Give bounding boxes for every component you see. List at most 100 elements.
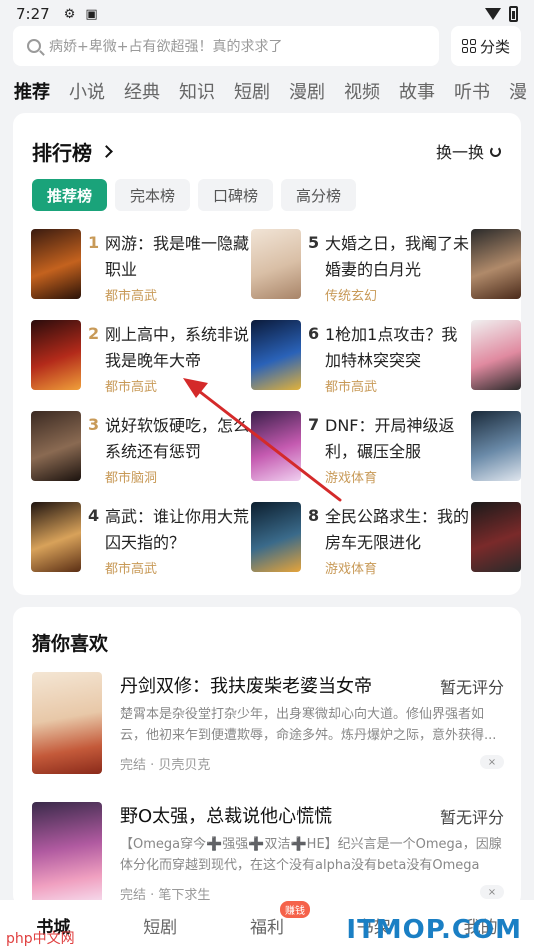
search-placeholder: 病娇+卑微+占有欲超强！真的求求了 [49, 39, 283, 55]
refresh-icon [490, 145, 501, 157]
refresh-button[interactable]: 换一换 [436, 139, 501, 163]
tab-knowledge[interactable]: 知识 [179, 78, 215, 106]
ranking-card: 排行榜 换一换 推荐榜 完本榜 口碑榜 高分榜 1 网游：我是唯一隐藏职业 都市… [13, 113, 521, 595]
rank-tag: 都市高武 [105, 289, 158, 304]
settings-status-icon: ⚙ [63, 6, 76, 22]
tab-audiobook[interactable]: 听书 [454, 78, 490, 106]
rank-tag: 游戏体育 [325, 471, 378, 486]
status-bar: 7:27 ⚙ ▣ [0, 0, 534, 28]
rank-title: 网游：我是唯一隐藏职业 [105, 234, 250, 279]
nav-short-drama[interactable]: 短剧 [143, 913, 177, 938]
status-time: 7:27 [16, 5, 50, 23]
close-icon[interactable]: × [480, 885, 504, 899]
tab-comic-drama[interactable]: 漫剧 [289, 78, 325, 106]
book-cover [32, 672, 102, 774]
book-list-item[interactable]: 丹剑双修：我扶废柴老婆当女帝 暂无评分 楚霄本是杂役堂打杂少年，出身寒微却心向大… [32, 672, 504, 774]
search-row: 病娇+卑微+占有欲超强！真的求求了 分类 [13, 26, 521, 66]
book-cover [31, 229, 81, 299]
top-tabs: 推荐 小说 经典 知识 短剧 漫剧 视频 故事 听书 漫 [14, 78, 534, 106]
ranking-title-text: 排行榜 [32, 141, 92, 165]
rank-tag: 传统玄幻 [325, 289, 378, 304]
rank-title: 1枪加1点攻击？我加特林突突突 [325, 325, 458, 370]
book-score: 暂无评分 [439, 808, 504, 827]
battery-icon [509, 6, 518, 22]
rank-item[interactable]: 6 1枪加1点攻击？我加特林突突突 都市高武 [251, 320, 471, 396]
book-cover [31, 411, 81, 481]
book-cover [31, 320, 81, 390]
rank-item[interactable]: 3 说好软饭硬吃，怎么系统还有惩罚 都市脑洞 [31, 411, 251, 487]
guess-title: 猜你喜欢 [32, 633, 109, 655]
book-list-item[interactable]: 野O太强，总裁说他心慌慌 暂无评分 【Omega穿今➕强强➕双洁➕HE】纪兴言是… [32, 802, 504, 904]
rank-number: 6 [308, 324, 320, 343]
rank-number: 4 [88, 506, 100, 525]
rank-tag: 游戏体育 [325, 562, 378, 577]
book-cover-partial[interactable] [471, 229, 521, 299]
rank-item[interactable]: 2 刚上高中，系统非说我是晚年大帝 都市高武 [31, 320, 251, 396]
tab-video[interactable]: 视频 [344, 78, 380, 106]
book-cover [251, 411, 301, 481]
welfare-badge: 赚钱 [279, 900, 310, 918]
rank-title: 全民公路求生：我的房车无限进化 [325, 507, 470, 552]
tab-story[interactable]: 故事 [399, 78, 435, 106]
search-icon [27, 39, 41, 53]
refresh-label: 换一换 [435, 143, 484, 162]
book-cover [31, 502, 81, 572]
pill-reputation[interactable]: 口碑榜 [198, 179, 274, 211]
chevron-right-icon [100, 145, 113, 158]
app-notification-icon: ▣ [85, 6, 98, 22]
rank-title: 说好软饭硬吃，怎么系统还有惩罚 [105, 416, 250, 461]
category-button[interactable]: 分类 [451, 26, 521, 66]
rank-title: 高武：谁让你用大荒囚天指的？ [105, 507, 250, 552]
rank-item[interactable]: 1 网游：我是唯一隐藏职业 都市高武 [31, 229, 251, 305]
book-score: 暂无评分 [439, 678, 504, 697]
rank-number: 5 [308, 233, 320, 252]
ranking-filter-pills: 推荐榜 完本榜 口碑榜 高分榜 [32, 179, 357, 211]
search-input[interactable]: 病娇+卑微+占有欲超强！真的求求了 [13, 26, 439, 66]
book-description: 【Omega穿今➕强强➕双洁➕HE】纪兴言是一个Omega，因腺体分化而穿越到现… [120, 837, 502, 873]
rank-item[interactable]: 8 全民公路求生：我的房车无限进化 游戏体育 [251, 502, 471, 578]
rank-title: DNF：开局神级返利，碾压全服 [325, 416, 455, 461]
rank-tag: 都市高武 [105, 562, 158, 577]
tab-short-drama[interactable]: 短剧 [234, 78, 270, 106]
book-cover-partial[interactable] [471, 411, 521, 481]
rank-item[interactable]: 5 大婚之日，我阉了未婚妻的白月光 传统玄幻 [251, 229, 471, 305]
pill-recommend[interactable]: 推荐榜 [32, 179, 108, 211]
book-cover [32, 802, 102, 904]
rank-number: 7 [308, 415, 320, 434]
pill-high-score[interactable]: 高分榜 [281, 179, 357, 211]
tab-recommend[interactable]: 推荐 [14, 78, 50, 106]
rank-number: 3 [88, 415, 100, 434]
watermark-left: php中文网 [6, 931, 75, 947]
ranking-title[interactable]: 排行榜 [32, 137, 113, 166]
book-meta: 完结 · 贝壳贝克 [120, 758, 211, 773]
book-title: 野O太强，总裁说他心慌慌 [120, 806, 333, 827]
book-cover [251, 320, 301, 390]
rank-number: 2 [88, 324, 100, 343]
tab-comic[interactable]: 漫 [509, 78, 527, 106]
book-cover [251, 229, 301, 299]
guess-you-like-card: 猜你喜欢 丹剑双修：我扶废柴老婆当女帝 暂无评分 楚霄本是杂役堂打杂少年，出身寒… [13, 607, 521, 907]
close-icon[interactable]: × [480, 755, 504, 769]
book-description: 楚霄本是杂役堂打杂少年，出身寒微却心向大道。修仙界强者如云，他初来乍到便遭欺辱，… [120, 707, 497, 743]
tab-classic[interactable]: 经典 [124, 78, 160, 106]
book-cover-partial[interactable] [471, 320, 521, 390]
tab-novel[interactable]: 小说 [69, 78, 105, 106]
pill-finished[interactable]: 完本榜 [115, 179, 191, 211]
category-label: 分类 [479, 37, 510, 56]
rank-tag: 都市脑洞 [105, 471, 158, 486]
grid-icon [461, 39, 476, 53]
book-title: 丹剑双修：我扶废柴老婆当女帝 [120, 676, 372, 697]
rank-item[interactable]: 4 高武：谁让你用大荒囚天指的？ 都市高武 [31, 502, 251, 578]
rank-number: 8 [308, 506, 320, 525]
rank-number: 1 [88, 233, 100, 252]
rank-title: 大婚之日，我阉了未婚妻的白月光 [325, 234, 470, 279]
book-cover-partial[interactable] [471, 502, 521, 572]
rank-title: 刚上高中，系统非说我是晚年大帝 [105, 325, 250, 370]
nav-welfare-label: 福利 [249, 917, 284, 938]
book-cover [251, 502, 301, 572]
rank-item[interactable]: 7 DNF：开局神级返利，碾压全服 游戏体育 [251, 411, 471, 487]
rank-tag: 都市高武 [105, 380, 158, 395]
rank-tag: 都市高武 [325, 380, 378, 395]
nav-welfare[interactable]: 福利 赚钱 [249, 900, 310, 938]
watermark-right: ITMOP.COM [346, 915, 522, 945]
